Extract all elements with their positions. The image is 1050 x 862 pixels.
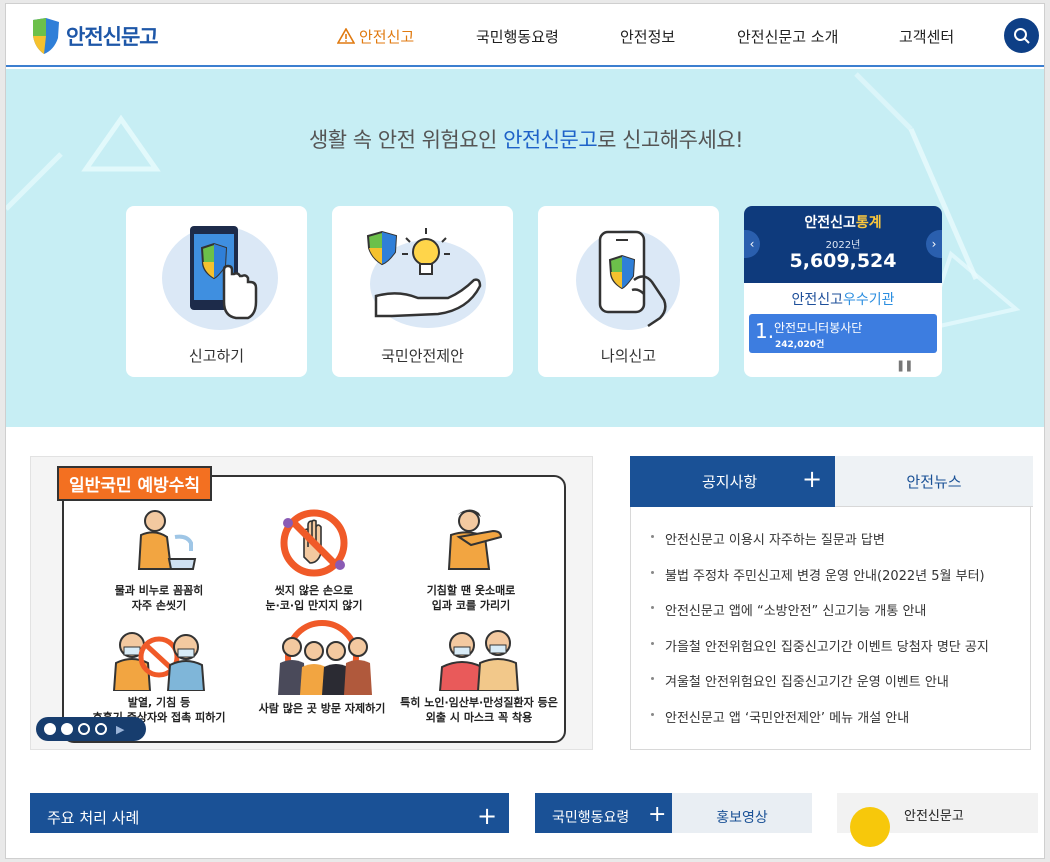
org-ranking-title: 안전신고우수기관 bbox=[744, 289, 942, 309]
notice-item[interactable]: 가을철 안전위험요인 집중신고기간 이벤트 당첨자 명단 공지 bbox=[651, 636, 989, 672]
notice-item[interactable]: 안전신문고 앱에 “소방안전” 신고기능 개통 안내 bbox=[651, 600, 989, 636]
notice-item[interactable]: 안전신문고 앱 ‘국민안전제안’ 메뉴 개설 안내 bbox=[651, 707, 989, 743]
sick-people-icon bbox=[112, 632, 206, 691]
stats-count: 5,609,524 bbox=[789, 250, 897, 272]
rule-text: 기침할 땐 옷소매로 입과 코를 가리기 bbox=[426, 584, 516, 612]
tab-promo-video[interactable]: 홍보영상 bbox=[672, 793, 812, 833]
card-label: 국민안전제안 bbox=[381, 347, 464, 365]
nav-safety-info[interactable]: 안전정보 bbox=[620, 26, 675, 47]
org-count: 242,020건 bbox=[775, 340, 825, 350]
mask-people-icon bbox=[438, 630, 520, 691]
plus-icon[interactable]: + bbox=[477, 802, 497, 830]
plus-icon[interactable]: + bbox=[648, 802, 666, 827]
rule-text: 물과 비누로 꼼꼼히 자주 손씻기 bbox=[114, 584, 204, 612]
card-label: 나의신고 bbox=[600, 347, 657, 365]
rule-cough-etiquette: 기침할 땐 옷소매로 입과 코를 가리기 bbox=[396, 507, 546, 613]
stats-widget: 안전신고통계 2022년 5,609,524 ‹ › 안전신고우수기관 1. 안… bbox=[744, 206, 942, 377]
site-logo[interactable]: 안전신문고 bbox=[30, 16, 159, 56]
prevention-poster-slider: 물과 비누로 꼼꼼히 자주 손씻기 씻지 않은 손으로 눈·코·입 만지지 않기… bbox=[30, 456, 593, 750]
slider-pagination: ▶ bbox=[36, 717, 146, 741]
stats-title-a: 안전신고 bbox=[804, 215, 856, 231]
warning-icon bbox=[336, 27, 356, 44]
rule-text: 사람 많은 곳 방문 자제하기 bbox=[258, 702, 386, 715]
chevron-left-icon: ‹ bbox=[749, 237, 755, 251]
notice-list: 안전신문고 이용시 자주하는 질문과 답변 불법 주정차 주민신고제 변경 운영… bbox=[651, 529, 989, 742]
rule-text: 특히 노인·임산부·만성질환자 등은 외출 시 마스크 꼭 착용 bbox=[400, 696, 558, 724]
kakao-channel-box[interactable]: 안전신문고 bbox=[837, 793, 1038, 847]
org-title-a: 안전신고 bbox=[791, 292, 843, 308]
stats-title-b: 통계 bbox=[855, 215, 882, 231]
rule-handwashing: 물과 비누로 꼼꼼히 자주 손씻기 bbox=[84, 507, 234, 613]
pause-icon[interactable]: ❚❚ bbox=[896, 359, 913, 372]
idea-hand-icon bbox=[366, 228, 486, 328]
rule-no-touch: 씻지 않은 손으로 눈·코·입 만지지 않기 bbox=[239, 507, 389, 613]
cough-icon bbox=[447, 509, 503, 570]
section-key-cases[interactable]: 주요 처리 사례 + bbox=[30, 793, 509, 833]
shield-logo-icon bbox=[33, 18, 59, 54]
handwashing-icon bbox=[137, 510, 197, 570]
key-cases-label: 주요 처리 사례 bbox=[47, 809, 140, 827]
kakao-icon bbox=[850, 807, 890, 847]
kakao-label: 안전신문고 bbox=[904, 809, 964, 824]
nav-customer-center[interactable]: 고객센터 bbox=[899, 26, 954, 47]
notice-board: 공지사항 + 안전뉴스 안전신문고 이용시 자주하는 질문과 답변 불법 주정차… bbox=[630, 456, 1033, 750]
plus-icon[interactable]: + bbox=[802, 465, 822, 493]
nav-action-guide[interactable]: 국민행동요령 bbox=[476, 26, 559, 47]
hero-title: 생활 속 안전 위험요인 안전신문고로 신고해주세요! bbox=[6, 124, 1044, 154]
org-rank: 1. bbox=[755, 319, 775, 343]
org-name: 안전모니터봉사단 bbox=[774, 321, 863, 335]
stats-title: 안전신고통계 bbox=[744, 212, 942, 232]
chevron-right-icon: › bbox=[931, 237, 937, 251]
slide-dot-4[interactable] bbox=[95, 723, 107, 735]
hero-title-post: 로 신고해주세요! bbox=[597, 128, 744, 152]
phone-touch-icon bbox=[161, 226, 278, 330]
action-guide-label: 국민행동요령 bbox=[552, 810, 630, 826]
slide-dot-2[interactable] bbox=[61, 723, 73, 735]
notice-item[interactable]: 불법 주정차 주민신고제 변경 운영 안내(2022년 5월 부터) bbox=[651, 565, 989, 601]
card-suggestion[interactable]: 국민안전제안 bbox=[332, 206, 513, 377]
notice-item[interactable]: 겨울철 안전위험요인 집중신고기간 운영 이벤트 안내 bbox=[651, 671, 989, 707]
nav-label: 안전신고 bbox=[359, 28, 415, 46]
tab-notice-label: 공지사항 bbox=[702, 473, 758, 491]
no-touch-icon bbox=[280, 509, 348, 577]
org-ranking-item[interactable]: 1. 안전모니터봉사단 242,020건 bbox=[749, 314, 937, 353]
poster-frame: 물과 비누로 꼼꼼히 자주 손씻기 씻지 않은 손으로 눈·코·입 만지지 않기… bbox=[62, 475, 566, 743]
logo-text: 안전신문고 bbox=[66, 25, 159, 49]
hero-banner: 생활 속 안전 위험요인 안전신문고로 신고해주세요! 신고하기 국민안전제안 … bbox=[6, 69, 1044, 427]
poster-title-tag: 일반국민 예방수칙 bbox=[57, 466, 213, 501]
card-label: 신고하기 bbox=[188, 347, 245, 365]
nav-safety-report[interactable]: 안전신고 bbox=[336, 26, 415, 47]
hero-title-highlight: 안전신문고 bbox=[503, 128, 598, 152]
rule-text: 씻지 않은 손으로 눈·코·입 만지지 않기 bbox=[265, 584, 363, 612]
slide-dot-3[interactable] bbox=[78, 723, 90, 735]
tab-action-guide[interactable]: 국민행동요령 + bbox=[535, 793, 672, 833]
search-button[interactable] bbox=[1004, 18, 1039, 53]
play-icon[interactable]: ▶ bbox=[116, 723, 124, 736]
tab-notice[interactable]: 공지사항 + bbox=[630, 456, 835, 507]
nav-about[interactable]: 안전신문고 소개 bbox=[737, 26, 838, 47]
org-title-b: 우수기관 bbox=[843, 292, 895, 308]
site-header: 안전신문고 안전신고 국민행동요령 안전정보 안전신문고 소개 고객센터 bbox=[6, 4, 1044, 67]
notice-item[interactable]: 안전신문고 이용시 자주하는 질문과 답변 bbox=[651, 529, 989, 565]
stats-year: 2022년 bbox=[825, 240, 861, 251]
phone-hand-icon bbox=[575, 230, 680, 330]
tab-safety-news[interactable]: 안전뉴스 bbox=[835, 456, 1033, 507]
search-icon bbox=[1013, 27, 1030, 44]
card-my-reports[interactable]: 나의신고 bbox=[538, 206, 719, 377]
rule-avoid-crowds: 사람 많은 곳 방문 자제하기 bbox=[242, 617, 402, 716]
rule-avoid-contact: 발열, 기침 등 호흡기 증상자와 접촉 피하기 bbox=[84, 627, 234, 725]
crowd-icon bbox=[278, 620, 372, 695]
hero-title-pre: 생활 속 안전 위험요인 bbox=[308, 128, 504, 152]
slide-dot-1[interactable] bbox=[44, 723, 56, 735]
page-frame: 안전신문고 안전신고 국민행동요령 안전정보 안전신문고 소개 고객센터 생활 … bbox=[5, 3, 1045, 859]
rule-wear-mask: 특히 노인·임산부·만성질환자 등은 외출 시 마스크 꼭 착용 bbox=[394, 627, 564, 725]
card-report[interactable]: 신고하기 bbox=[126, 206, 307, 377]
stats-header: 안전신고통계 2022년 5,609,524 ‹ › bbox=[744, 206, 942, 283]
